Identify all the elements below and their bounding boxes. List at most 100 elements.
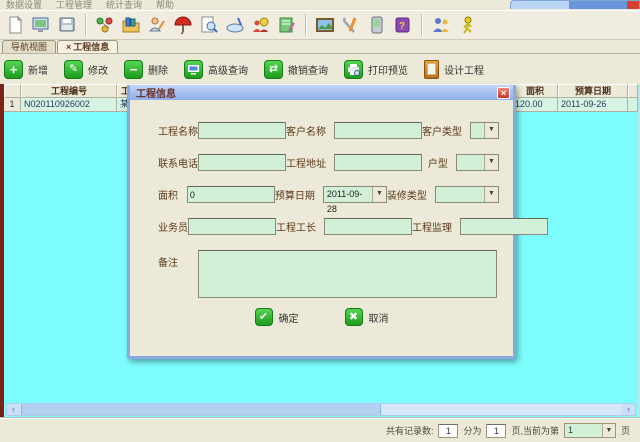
picture-icon[interactable] <box>313 13 337 37</box>
nodes-icon[interactable] <box>93 13 117 37</box>
page-unit-label: 页 <box>620 426 630 436</box>
tab-project-info[interactable]: × 工程信息 <box>57 40 119 53</box>
check-icon: ✔ <box>254 308 273 326</box>
users-icon[interactable] <box>429 13 453 37</box>
customer-name-input[interactable] <box>334 122 422 139</box>
current-page-select[interactable]: 1 ▼ <box>563 423 616 438</box>
cell-project-code[interactable]: N020110926002 <box>21 98 117 112</box>
remark-label: 备注 <box>158 258 178 269</box>
menu-stats-query[interactable]: 统计查询 <box>106 0 142 10</box>
deco-type-select[interactable]: ▼ <box>434 186 499 203</box>
umbrella-icon[interactable] <box>171 13 195 37</box>
scroll-left-icon[interactable]: ‹ <box>7 404 20 415</box>
edit-button[interactable]: ✎ 修改 <box>64 59 108 79</box>
add-button[interactable]: + 新增 <box>4 59 48 79</box>
design-project-button[interactable]: 设计工程 <box>424 59 484 79</box>
add-button-label: 新增 <box>28 65 48 77</box>
cell-extra <box>628 98 638 112</box>
address-input[interactable] <box>334 154 422 171</box>
area-input[interactable] <box>186 186 275 203</box>
phone-label: 联系电话 <box>158 159 198 170</box>
monitor-image-icon[interactable] <box>29 13 53 37</box>
minus-icon: − <box>124 59 143 79</box>
header-area[interactable]: 面积 <box>512 84 558 98</box>
undo-query-button[interactable]: ⇄ 撤销查询 <box>264 59 328 79</box>
search-doc-icon[interactable] <box>197 13 221 37</box>
budget-date-select[interactable]: 2011-09-28 ▼ <box>322 186 387 214</box>
header-extra <box>628 84 638 98</box>
delete-button[interactable]: − 删除 <box>124 59 168 79</box>
current-page-label: 页,当前为第 <box>511 426 559 436</box>
tab-close-icon[interactable]: × <box>66 42 71 52</box>
refresh-icon: ⇄ <box>264 59 283 79</box>
field-row-4: 业务员 工程工长 工程监理 <box>144 218 548 235</box>
cancel-button[interactable]: ✖ 取消 <box>344 308 389 326</box>
print-preview-label: 打印预览 <box>368 65 408 77</box>
foreman-input[interactable] <box>324 218 412 235</box>
tab-navigation-view[interactable]: 导航视图 <box>2 40 57 53</box>
advanced-query-label: 高级查询 <box>208 65 248 77</box>
edit-icon: ✎ <box>64 59 83 79</box>
field-row-3: 面积 预算日期 2011-09-28 ▼ 装修类型 ▼ <box>144 186 499 214</box>
dialog-buttons: ✔ 确定 ✖ 取消 <box>144 308 499 326</box>
cell-area[interactable]: 120.00 <box>512 98 558 112</box>
chevron-down-icon[interactable]: ▼ <box>371 187 386 202</box>
header-budget-date[interactable]: 预算日期 <box>558 84 628 98</box>
ok-button[interactable]: ✔ 确定 <box>254 308 299 326</box>
advanced-query-button[interactable]: 高级查询 <box>184 59 248 79</box>
tools-icon[interactable] <box>339 13 363 37</box>
menu-data-settings[interactable]: 数据设置 <box>6 0 42 10</box>
foreman-label: 工程工长 <box>276 223 316 234</box>
customer-type-label: 客户类型 <box>422 127 462 138</box>
edit-button-label: 修改 <box>88 65 108 77</box>
user-edit-icon[interactable] <box>145 13 169 37</box>
dialog-close-icon[interactable]: × <box>497 86 510 99</box>
scroll-right-icon[interactable]: › <box>622 404 635 415</box>
address-label: 工程地址 <box>286 159 326 170</box>
toolbar-separator <box>305 14 307 36</box>
cancel-button-label: 取消 <box>368 313 389 325</box>
remark-row: 备注 <box>144 250 499 298</box>
salesman-label: 业务员 <box>158 223 188 234</box>
help-book-icon[interactable]: ? <box>391 13 415 37</box>
field-row-1: 工程名称 客户名称 客户类型 ▼ <box>144 122 499 139</box>
house-type-select[interactable]: ▼ <box>455 154 499 171</box>
project-name-input[interactable] <box>198 122 286 139</box>
chevron-down-icon[interactable]: ▼ <box>484 187 498 202</box>
menu-project-manage[interactable]: 工程管理 <box>56 0 92 10</box>
dish-pen-icon[interactable] <box>223 13 247 37</box>
chevron-down-icon[interactable]: ▼ <box>484 123 498 138</box>
status-bar: 共有记录数: 1 分为 1 页,当前为第 1 ▼ 页 <box>0 418 640 442</box>
scrollbar-thumb[interactable] <box>21 404 381 415</box>
save-icon[interactable] <box>55 13 79 37</box>
print-preview-button[interactable]: 打印预览 <box>344 59 408 79</box>
cell-budget-date[interactable]: 2011-09-26 <box>558 98 628 112</box>
tab-project-info-label: 工程信息 <box>73 42 110 52</box>
toolbar-separator <box>85 14 87 36</box>
salesman-input[interactable] <box>188 218 276 235</box>
main-toolbar: ? <box>0 10 640 40</box>
deco-type-label: 装修类型 <box>386 191 427 202</box>
header-project-code[interactable]: 工程编号 <box>21 84 117 98</box>
clipboard-icon <box>424 59 439 79</box>
dialog-titlebar[interactable]: 工程信息 × <box>130 85 513 100</box>
phone-input[interactable] <box>198 154 286 171</box>
clock-users-icon[interactable] <box>249 13 273 37</box>
pda-icon[interactable] <box>365 13 389 37</box>
menu-help[interactable]: 帮助 <box>156 0 174 10</box>
horizontal-scrollbar[interactable]: ‹ › <box>6 403 636 416</box>
monitor-icon <box>184 59 203 79</box>
budget-date-label: 预算日期 <box>274 191 315 202</box>
new-doc-icon[interactable] <box>3 13 27 37</box>
background-window-close-icon[interactable] <box>627 1 639 9</box>
remark-textarea[interactable] <box>198 250 497 298</box>
current-page-value: 1 <box>567 425 573 435</box>
customer-type-select[interactable]: ▼ <box>470 122 499 139</box>
notebook-pen-icon[interactable] <box>275 13 299 37</box>
folder-books-icon[interactable] <box>119 13 143 37</box>
supervisor-input[interactable] <box>460 218 548 235</box>
undo-query-label: 撤销查询 <box>288 65 328 77</box>
chevron-down-icon[interactable]: ▼ <box>484 155 498 170</box>
chevron-down-icon[interactable]: ▼ <box>601 424 615 437</box>
qq-figure-icon[interactable] <box>455 13 479 37</box>
